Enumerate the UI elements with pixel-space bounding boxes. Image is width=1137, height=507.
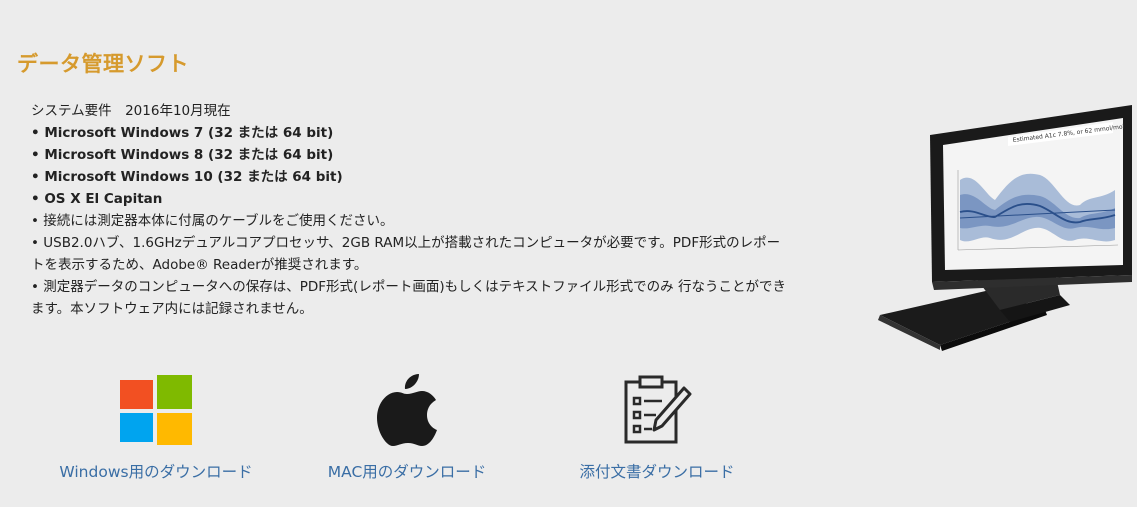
clipboard-edit-icon (624, 375, 692, 444)
document-download-label[interactable]: 添付文書ダウンロード (547, 460, 767, 482)
requirements-heading: システム要件 2016年10月現在 (31, 103, 231, 119)
page-title: データ管理ソフト (17, 52, 189, 76)
os-item: • Microsoft Windows 10 (32 または 64 bit) (31, 169, 343, 185)
mac-download-label[interactable]: MAC用のダウンロード (297, 460, 517, 482)
apple-logo-icon (377, 374, 437, 446)
windows-download-label[interactable]: Windows用のダウンロード (46, 460, 266, 482)
computer-monitor-icon: Estimated A1c 7.8%, or 62 mmol/mol (878, 105, 1132, 351)
note-item: • 測定器データのコンピュータへの保存は、PDF形式(レポート画面)もしくはテキ… (31, 279, 786, 317)
note-item: • USB2.0ハブ、1.6GHzデュアルコアプロセッサ、2GB RAM以上が搭… (31, 235, 781, 273)
os-item: • OS X El Capitan (31, 191, 163, 207)
windows-download-link[interactable]: Windows用のダウンロード (46, 370, 266, 482)
mac-download-link[interactable]: MAC用のダウンロード (297, 370, 517, 482)
os-item: • Microsoft Windows 7 (32 または 64 bit) (31, 125, 334, 141)
system-requirements: システム要件 2016年10月現在 • Microsoft Windows 7 … (31, 100, 791, 320)
document-download-link[interactable]: 添付文書ダウンロード (547, 370, 767, 482)
monitor-illustration: Estimated A1c 7.8%, or 62 mmol/mol (870, 100, 1135, 365)
note-item: • 接続には測定器本体に付属のケーブルをご使用ください。 (31, 213, 394, 229)
os-item: • Microsoft Windows 8 (32 または 64 bit) (31, 147, 334, 163)
windows-logo-icon (120, 375, 192, 445)
